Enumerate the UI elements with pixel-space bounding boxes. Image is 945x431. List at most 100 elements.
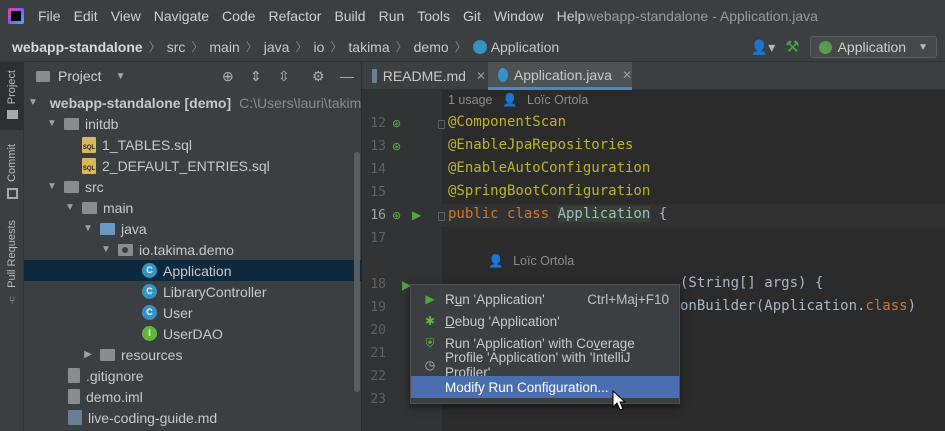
tree-item-application[interactable]: C Application: [24, 260, 362, 281]
fold-marker-icon[interactable]: [438, 120, 445, 129]
profiler-icon: ◷: [424, 358, 436, 372]
fold-marker-icon[interactable]: [438, 212, 445, 221]
tree-item-gitignore[interactable]: .gitignore: [24, 365, 362, 386]
tree-item-live-coding-guide[interactable]: live-coding-guide.md: [24, 407, 362, 428]
chevron-down-icon[interactable]: ▼: [46, 118, 58, 129]
resources-folder-icon: [100, 348, 115, 361]
line-number: 17: [370, 231, 386, 246]
chevron-right-icon: 〉: [454, 40, 467, 54]
java-class-icon: [472, 39, 487, 54]
tree-item-src[interactable]: ▼ src: [24, 176, 362, 197]
menu-tools[interactable]: Tools: [417, 8, 450, 24]
tab-readme[interactable]: README.md ✕: [362, 62, 486, 90]
tree-item-label: main: [103, 199, 134, 216]
chevron-down-icon[interactable]: ▼: [46, 181, 58, 192]
code-text: onBuilder(: [680, 298, 765, 314]
tree-item-library-controller[interactable]: C LibraryController: [24, 281, 362, 302]
collapse-all-icon[interactable]: ⇳: [278, 68, 290, 85]
menu-item-debug-application[interactable]: ✱ Debug 'Application': [411, 310, 679, 332]
tree-item-java[interactable]: ▼ java: [24, 218, 362, 239]
close-icon[interactable]: ✕: [622, 68, 632, 82]
line-number: 12: [370, 116, 386, 131]
commit-tool-label: Commit: [6, 144, 18, 182]
tree-item-label: 2_DEFAULT_ENTRIES.sql: [102, 157, 270, 174]
author-hint[interactable]: Loïc Ortola: [513, 254, 574, 268]
project-panel-title[interactable]: Project: [58, 68, 102, 84]
close-icon[interactable]: ✕: [476, 69, 486, 83]
crumb-project[interactable]: webapp-standalone: [12, 39, 143, 55]
commit-tool-button[interactable]: Commit: [0, 136, 24, 206]
tree-item-tables-sql[interactable]: SQL 1_TABLES.sql: [24, 134, 362, 155]
chevron-down-icon[interactable]: ▼: [116, 71, 126, 82]
usage-count[interactable]: 1 usage: [448, 93, 492, 107]
code-line-13[interactable]: @EnableJpaRepositories: [448, 137, 633, 153]
menu-help[interactable]: Help: [557, 8, 586, 24]
line-number: 21: [370, 346, 386, 361]
menu-edit[interactable]: Edit: [74, 8, 98, 24]
menu-item-profile-application[interactable]: ◷ Profile 'Application' with 'IntelliJ P…: [411, 350, 679, 380]
run-config-selector[interactable]: Application ▼: [809, 36, 937, 58]
tree-item-main[interactable]: ▼ main: [24, 197, 362, 218]
code-class-name: Application: [764, 298, 858, 314]
gear-icon[interactable]: ⚙: [312, 68, 325, 85]
expand-all-icon[interactable]: ⇕: [250, 68, 262, 85]
tree-item-initdb[interactable]: ▼ initdb: [24, 113, 362, 134]
locate-target-icon[interactable]: ⊕: [222, 68, 234, 85]
folder-icon: [64, 180, 79, 193]
crumb-main[interactable]: main: [209, 39, 239, 55]
tree-item-user-dao[interactable]: I UserDAO: [24, 323, 362, 344]
chevron-down-icon[interactable]: ▼: [100, 244, 112, 255]
crumb-io[interactable]: io: [313, 39, 324, 55]
tree-item-demo-iml[interactable]: demo.iml: [24, 386, 362, 407]
chevron-down-icon[interactable]: ▼: [82, 223, 94, 234]
crumb-takima[interactable]: takima: [348, 39, 389, 55]
code-line-15[interactable]: @SpringBootConfiguration: [448, 183, 650, 199]
menu-item-modify-run-config[interactable]: Modify Run Configuration...: [411, 376, 679, 398]
build-hammer-icon[interactable]: ⚒: [785, 37, 799, 57]
run-gutter-icon[interactable]: ▶: [412, 208, 421, 222]
menu-navigate[interactable]: Navigate: [154, 8, 209, 24]
minimize-icon[interactable]: —: [340, 68, 354, 84]
menu-git[interactable]: Git: [463, 8, 481, 24]
menu-build[interactable]: Build: [334, 8, 365, 24]
crumb-java[interactable]: java: [264, 39, 290, 55]
menu-window[interactable]: Window: [494, 8, 544, 24]
user-icon[interactable]: 👤▾: [751, 39, 775, 56]
usage-hint[interactable]: 1 usage 👤 Loïc Ortola: [448, 93, 588, 108]
code-line-16[interactable]: public class Application {: [448, 206, 667, 222]
menu-file[interactable]: File: [38, 8, 61, 24]
crumb-demo[interactable]: demo: [414, 39, 449, 55]
chevron-right-icon: 〉: [295, 40, 308, 54]
tree-item-project-root[interactable]: ▼ webapp-standalone [demo] C:\Users\laur…: [24, 92, 382, 113]
tree-item-package[interactable]: ▼ io.takima.demo: [24, 239, 362, 260]
spring-bean-icon[interactable]: ⊛: [392, 209, 401, 222]
tree-item-user[interactable]: C User: [24, 302, 362, 323]
spring-bean-icon[interactable]: ⊛: [392, 140, 401, 153]
mouse-cursor-icon: [612, 390, 627, 411]
code-line-18-tail[interactable]: (String[] args) {: [680, 275, 823, 291]
code-line-19-tail[interactable]: onBuilder(Application.class): [680, 298, 916, 314]
crumb-application[interactable]: Application: [491, 39, 560, 55]
author-hint-row[interactable]: 👤 Loïc Ortola: [482, 254, 574, 269]
spring-bean-icon[interactable]: ⊛: [392, 117, 401, 130]
code-line-12[interactable]: @ComponentScan: [448, 114, 566, 130]
project-tool-button[interactable]: Project: [0, 62, 24, 130]
crumb-src[interactable]: src: [167, 39, 186, 55]
menu-refactor[interactable]: Refactor: [269, 8, 322, 24]
chevron-right-icon: 〉: [191, 40, 204, 54]
tree-item-default-entries-sql[interactable]: SQL 2_DEFAULT_ENTRIES.sql: [24, 155, 362, 176]
pull-requests-tool-button[interactable]: Pull Requests ⑂: [0, 212, 24, 312]
author-hint[interactable]: Loïc Ortola: [527, 93, 588, 107]
vertical-scrollbar[interactable]: [354, 152, 360, 392]
chevron-right-icon[interactable]: ▶: [82, 349, 94, 360]
menu-view[interactable]: View: [111, 8, 141, 24]
menu-run[interactable]: Run: [379, 8, 405, 24]
tab-application-java[interactable]: Application.java ✕: [488, 62, 632, 90]
menu-item-run-application[interactable]: ▶ Run 'Application' Ctrl+Maj+F10: [411, 288, 679, 310]
code-line-14[interactable]: @EnableAutoConfiguration: [448, 160, 650, 176]
tree-item-resources[interactable]: ▶ resources: [24, 344, 362, 365]
menu-code[interactable]: Code: [222, 8, 255, 24]
chevron-down-icon[interactable]: ▼: [28, 97, 38, 108]
intellij-logo-icon[interactable]: [8, 8, 24, 24]
chevron-down-icon[interactable]: ▼: [64, 202, 76, 213]
